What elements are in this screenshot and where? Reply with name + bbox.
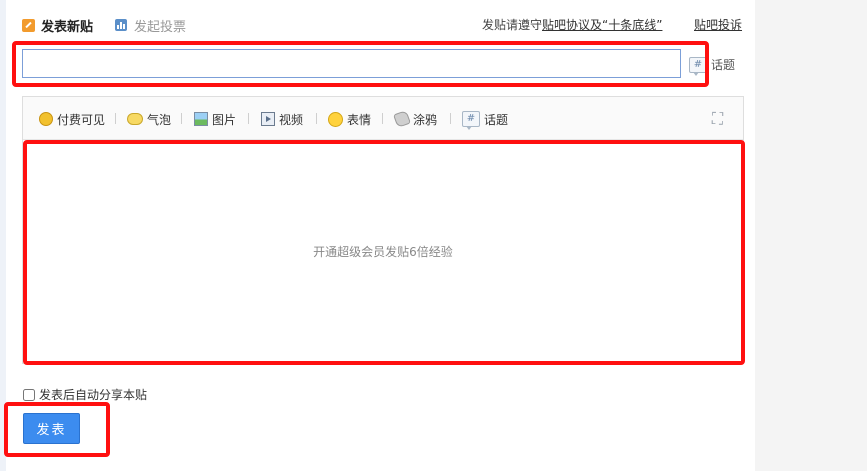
toolbar-video-label: 视频 <box>279 112 304 127</box>
posting-rules-notice: 发贴请遵守 贴吧协议及“十条底线” <box>482 16 662 33</box>
tab-new-post-label: 发表新贴 <box>41 19 94 35</box>
emoji-icon <box>328 111 343 127</box>
submit-post-button[interactable]: 发表 <box>23 413 80 444</box>
post-title-input[interactable] <box>22 49 681 78</box>
coin-icon <box>39 112 53 126</box>
expand-icon[interactable]: ⛶ <box>709 110 726 127</box>
left-margin-strip <box>0 0 6 471</box>
right-margin-strip <box>755 0 867 471</box>
tab-new-post[interactable]: 发表新贴 <box>22 16 93 35</box>
graffiti-icon <box>393 110 411 128</box>
bar-chart-icon <box>115 19 128 31</box>
hash-icon: # <box>689 56 707 76</box>
auto-share-checkbox[interactable] <box>23 388 35 401</box>
complain-link[interactable]: 贴吧投诉 <box>694 16 742 33</box>
notice-prefix: 发贴请遵守 <box>482 18 543 32</box>
toolbar-emoji-label: 表情 <box>347 112 372 127</box>
post-editor: 付费可见 气泡 图片 视频 表情 涂鸦 # 话题 ⛶ 开通超级会员发贴6倍经验 <box>22 96 744 364</box>
agreement-link[interactable]: 贴吧协议及“十条底线” <box>542 16 662 33</box>
toolbar-paid-visible[interactable]: 付费可见 <box>39 110 105 128</box>
toolbar-separator <box>115 113 116 124</box>
toolbar-topic-label: 话题 <box>484 112 509 127</box>
toolbar-separator <box>450 113 451 124</box>
toolbar-video[interactable]: 视频 <box>261 110 303 128</box>
toolbar-separator <box>382 113 383 124</box>
hash-icon: # <box>462 111 480 130</box>
pen-icon <box>22 18 35 32</box>
editor-toolbar: 付费可见 气泡 图片 视频 表情 涂鸦 # 话题 ⛶ <box>23 97 743 140</box>
toolbar-separator <box>248 113 249 124</box>
auto-share-option[interactable]: 发表后自动分享本贴 <box>23 386 147 403</box>
toolbar-emoji[interactable]: 表情 <box>328 110 371 128</box>
toolbar-bubble-label: 气泡 <box>147 112 172 127</box>
title-topic-label: 话题 <box>711 58 736 72</box>
toolbar-topic[interactable]: # 话题 <box>462 110 509 130</box>
toolbar-graffiti[interactable]: 涂鸦 <box>393 110 438 128</box>
title-topic-button[interactable]: # 话题 <box>689 56 736 76</box>
toolbar-paid-visible-label: 付费可见 <box>57 112 106 127</box>
toolbar-bubble[interactable]: 气泡 <box>127 110 171 128</box>
video-icon <box>261 112 275 126</box>
bubble-icon <box>127 113 143 125</box>
tab-start-vote[interactable]: 发起投票 <box>115 16 186 35</box>
tab-start-vote-label: 发起投票 <box>134 19 187 35</box>
toolbar-image-label: 图片 <box>212 112 237 127</box>
toolbar-separator <box>181 113 182 124</box>
toolbar-graffiti-label: 涂鸦 <box>413 112 438 127</box>
image-icon <box>194 112 208 126</box>
auto-share-label: 发表后自动分享本贴 <box>39 388 148 402</box>
post-type-tabs: 发表新贴 发起投票 <box>22 14 186 36</box>
content-placeholder: 开通超级会员发贴6倍经验 <box>313 245 453 259</box>
toolbar-image[interactable]: 图片 <box>194 110 236 128</box>
post-content-area[interactable]: 开通超级会员发贴6倍经验 <box>23 140 743 363</box>
toolbar-separator <box>316 113 317 124</box>
